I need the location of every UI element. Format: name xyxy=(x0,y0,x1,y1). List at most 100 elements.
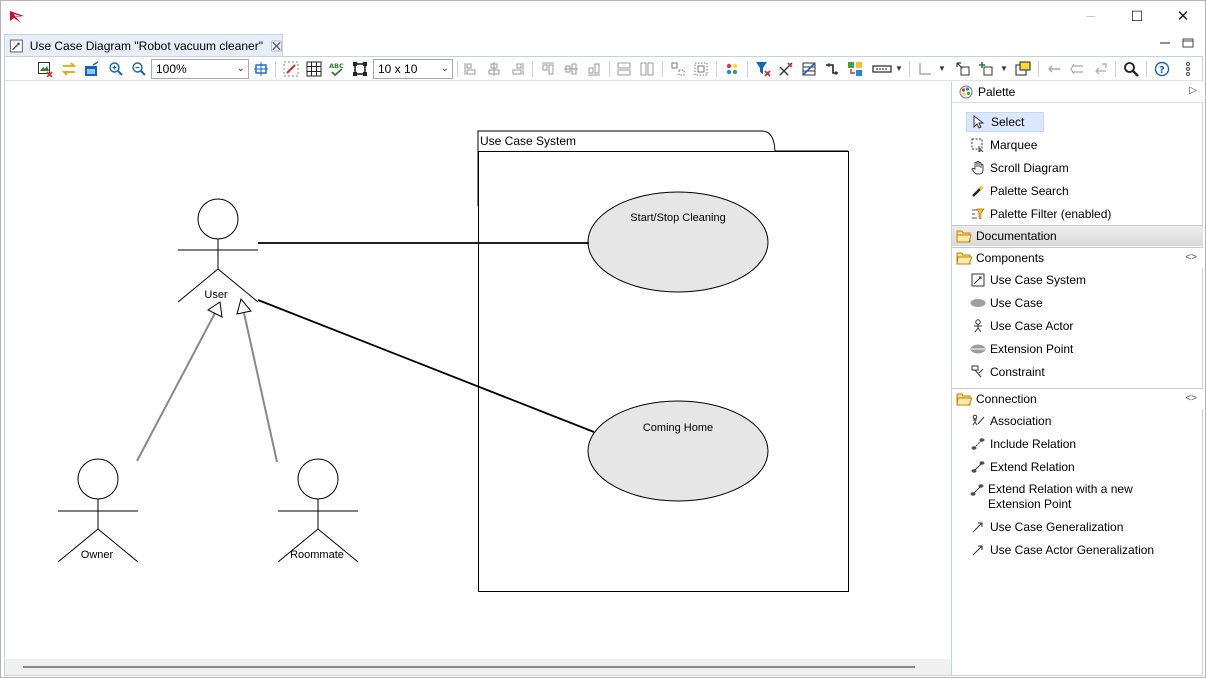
align-right-button[interactable] xyxy=(507,59,527,79)
distribute-v-button[interactable] xyxy=(691,59,711,79)
palette-tool-filter[interactable]: Palette Filter (enabled) xyxy=(966,204,1117,224)
system-icon xyxy=(970,272,986,288)
drawer-connection[interactable]: Connection <> xyxy=(952,388,1203,409)
distribute-icon xyxy=(671,62,685,76)
export-image-button[interactable] xyxy=(35,59,55,79)
zoom-out-button[interactable] xyxy=(129,59,149,79)
drawer-components[interactable]: Components <> xyxy=(952,247,1203,268)
navigate-up-button[interactable] xyxy=(1067,59,1087,79)
palette-item-use-case[interactable]: Use Case xyxy=(966,293,1049,313)
palette-item-use-case-system[interactable]: Use Case System xyxy=(966,270,1092,290)
minimize-button[interactable]: ─ xyxy=(1068,1,1114,31)
insert-element-button[interactable] xyxy=(953,59,973,79)
palette-item-extension-point[interactable]: Extension Point xyxy=(966,339,1079,359)
snap-button[interactable] xyxy=(281,59,301,79)
palette-item-include-relation[interactable]: Include Relation xyxy=(966,434,1082,454)
palette-item-label: Use Case xyxy=(990,296,1043,310)
folder-open-icon xyxy=(956,393,972,406)
same-height-button[interactable] xyxy=(637,59,657,79)
filter-button[interactable] xyxy=(753,59,773,79)
palette-item-use-case-generalization[interactable]: Use Case Generalization xyxy=(966,517,1129,537)
help-button[interactable]: ? xyxy=(1152,59,1172,79)
palette-item-association[interactable]: Association xyxy=(966,411,1057,431)
hide-compartments-button[interactable] xyxy=(799,59,819,79)
group-button[interactable] xyxy=(1013,59,1033,79)
label-format-dropdown[interactable]: ▼ xyxy=(894,59,904,79)
align-bottom-button[interactable] xyxy=(584,59,604,79)
layout-button[interactable] xyxy=(82,59,102,79)
add-element-dropdown[interactable]: ▼ xyxy=(999,59,1009,79)
connection-style-dropdown[interactable]: ▼ xyxy=(937,59,947,79)
toolbar-separator xyxy=(275,61,276,77)
drawer-label: Documentation xyxy=(976,229,1057,243)
align-center-button[interactable] xyxy=(484,59,504,79)
label-format-button[interactable] xyxy=(870,59,894,79)
use-case-coming-home[interactable] xyxy=(587,400,769,502)
connection-style-button[interactable] xyxy=(915,59,935,79)
palette-item-extend-relation[interactable]: Extend Relation xyxy=(966,457,1081,477)
fit-button[interactable] xyxy=(251,59,271,79)
add-element-button[interactable] xyxy=(976,59,996,79)
palette-tool-search[interactable]: Palette Search xyxy=(966,181,1075,201)
actor-owner[interactable] xyxy=(57,458,139,563)
close-window-button[interactable]: ✕ xyxy=(1160,1,1206,31)
maximize-view-icon[interactable] xyxy=(1181,36,1195,50)
use-case-label: Start/Stop Cleaning xyxy=(630,212,726,224)
node-layout-button[interactable] xyxy=(845,59,865,79)
drawer-documentation[interactable]: Documentation xyxy=(952,225,1203,246)
scrollbar-thumb[interactable] xyxy=(23,666,915,668)
include-icon xyxy=(970,436,986,452)
palette-tool-marquee[interactable]: Marquee xyxy=(966,135,1043,155)
selection-frame-icon xyxy=(353,62,367,76)
palette-item-actor-generalization[interactable]: Use Case Actor Generalization xyxy=(966,540,1160,560)
pin-drawer-icon[interactable]: <> xyxy=(1185,252,1197,263)
navigate-forward-button[interactable] xyxy=(1090,59,1110,79)
generalization-arrowhead xyxy=(236,297,252,315)
editor-tab[interactable]: Use Case Diagram "Robot vacuum cleaner" xyxy=(4,34,283,57)
actor-roommate[interactable] xyxy=(277,458,359,563)
search-button[interactable] xyxy=(1121,59,1141,79)
close-tab-icon[interactable] xyxy=(271,40,282,52)
color-button[interactable] xyxy=(722,59,742,79)
hand-icon xyxy=(970,160,986,176)
marquee-icon xyxy=(970,137,986,153)
connection-style-icon xyxy=(919,63,931,75)
pin-drawer-icon[interactable]: <> xyxy=(1185,393,1197,404)
grid-icon xyxy=(306,61,322,77)
grid-size-select[interactable]: 10 x 10 ⌄ xyxy=(373,59,453,79)
extend-icon xyxy=(970,459,986,475)
palette-tool-label: Select xyxy=(991,115,1025,129)
align-middle-button[interactable] xyxy=(561,59,581,79)
use-case-start-stop[interactable] xyxy=(587,191,769,293)
minimize-view-icon[interactable] xyxy=(1158,36,1172,50)
align-top-button[interactable] xyxy=(538,59,558,79)
diagram-canvas[interactable]: Use Case System Start/Stop Cleaning Comi… xyxy=(5,81,951,675)
zoom-select[interactable]: 100% ⌄ xyxy=(151,59,249,79)
palette-item-constraint[interactable]: Constraint xyxy=(966,362,1051,382)
actor-user[interactable] xyxy=(177,198,259,303)
palette-item-extend-relation-new-point[interactable]: Extend Relation with a new Extension Poi… xyxy=(966,480,1186,512)
hide-connections-button[interactable] xyxy=(776,59,796,79)
collapse-palette-icon[interactable]: ▷ xyxy=(1189,85,1197,96)
routing-button[interactable] xyxy=(822,59,842,79)
palette-item-label: Constraint xyxy=(990,365,1045,379)
horizontal-scrollbar[interactable] xyxy=(5,659,951,675)
sync-button[interactable] xyxy=(59,59,79,79)
zoom-in-button[interactable] xyxy=(106,59,126,79)
group-icon xyxy=(1015,61,1031,76)
grid-button[interactable] xyxy=(304,59,324,79)
spell-check-button[interactable]: ABC xyxy=(327,59,347,79)
palette-item-use-case-actor[interactable]: Use Case Actor xyxy=(966,316,1079,336)
distribute-h-button[interactable] xyxy=(668,59,688,79)
select-all-button[interactable] xyxy=(350,59,370,79)
palette-tool-select[interactable]: Select xyxy=(966,112,1044,132)
align-left-button[interactable] xyxy=(461,59,481,79)
maximize-button[interactable]: ☐ xyxy=(1114,1,1160,31)
same-width-button[interactable] xyxy=(614,59,634,79)
palette-item-label: Extend Relation with a new Extension Poi… xyxy=(988,482,1133,511)
more-button[interactable] xyxy=(1178,59,1198,79)
palette-tool-scroll[interactable]: Scroll Diagram xyxy=(966,158,1075,178)
extend-new-icon xyxy=(970,482,984,498)
navigate-back-button[interactable] xyxy=(1044,59,1064,79)
app-logo-icon xyxy=(10,11,24,23)
